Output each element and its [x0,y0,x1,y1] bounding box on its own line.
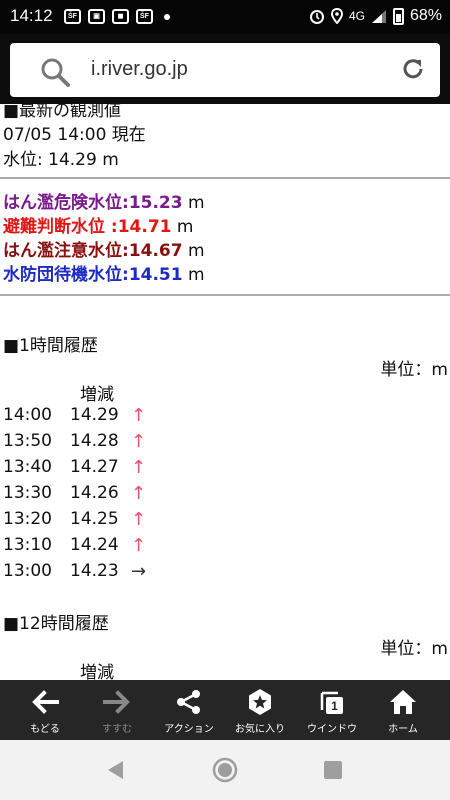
history-1h-unit: 単位：m [380,360,448,380]
back-label: もどる [30,724,60,735]
notification-icon: ŠF [136,9,153,24]
home-icon [390,690,416,714]
row-time: 13:30 [3,483,52,503]
latest-heading: ■最新の観測値 [3,101,122,121]
home-button[interactable]: ホーム [371,680,435,740]
star-badge-icon [249,689,271,715]
arrow-left-icon [32,690,59,714]
app-icon: ◼ [112,9,129,24]
row-time: 13:20 [3,509,52,529]
back-button[interactable]: もどる [13,680,77,740]
trend-up-icon: ↑ [131,405,147,426]
page-content: ■最新の観測値 07/05 14:00 現在 水位: 14.29 m はん濫危険… [0,94,450,680]
history-1h-change-header: 増減 [80,385,114,405]
action-label: アクション [164,724,214,735]
status-time: 14:12 [10,6,53,25]
favorites-button[interactable]: お気に入り [228,680,292,740]
window-button[interactable]: 1 ウインドウ [300,680,364,740]
action-button[interactable]: アクション [157,680,221,740]
status-right: 4G 68% [309,7,442,25]
reload-icon[interactable] [400,56,426,82]
threshold-label: 避難判断水位 : [3,217,118,237]
threshold-unit: m [182,241,205,261]
window-label: ウインドウ [307,724,357,735]
row-value: 14.28 [70,431,119,451]
trend-flat-icon: → [131,561,147,582]
signal-icon [371,9,386,23]
home-circle-icon[interactable] [212,757,238,783]
threshold-value: 15.23 [128,193,183,213]
threshold-unit: m [182,193,205,213]
threshold-flood-danger: はん濫危険水位:15.23 m [3,188,205,213]
url-text[interactable]: i.river.go.jp [91,58,188,81]
battery-percent: 68% [409,7,442,24]
threshold-label: 水防団待機水位: [3,265,129,285]
threshold-value: 14.67 [128,241,183,261]
favorites-label: お気に入り [235,724,285,735]
recents-square-icon[interactable] [323,760,343,780]
row-time: 13:50 [3,431,52,451]
share-icon [177,690,200,714]
row-time: 13:10 [3,535,52,555]
status-bar: 14:12 ŠF ▣ ◼ ŠF 4G 68% [0,0,450,34]
threshold-flood-caution: はん濫注意水位:14.67 m [3,236,205,261]
alarm-icon [309,10,324,24]
row-value: 14.26 [70,483,119,503]
threshold-label: はん濫注意水位: [3,241,129,261]
latest-datetime: 07/05 14:00 現在 [3,125,146,145]
status-left-icons: ŠF ▣ ◼ ŠF [64,9,170,24]
search-icon[interactable] [40,57,70,87]
address-bar[interactable]: i.river.go.jp [10,43,440,97]
trend-up-icon: ↑ [131,535,147,556]
back-triangle-icon[interactable] [105,759,125,781]
battery-icon [392,7,404,25]
trend-up-icon: ↑ [131,509,147,530]
trend-up-icon: ↑ [131,457,147,478]
history-12h-change-header: 増減 [80,663,114,680]
window-count: 1 [331,699,338,713]
row-time: 13:00 [3,561,52,581]
window-count-icon: 1 [320,691,343,714]
row-value: 14.29 [70,405,119,425]
row-value: 14.23 [70,561,119,581]
location-icon [330,8,343,24]
row-time: 13:40 [3,457,52,477]
history-1h-heading: ■1時間履歴 [3,336,98,356]
network-type: 4G [348,9,365,23]
app-icon: ▣ [88,9,105,24]
threshold-standby: 水防団待機水位:14.51 m [3,260,205,285]
home-label: ホーム [388,724,418,735]
threshold-value: 14.71 [117,217,172,237]
threshold-value: 14.51 [128,265,183,285]
divider [0,294,450,296]
history-12h-unit: 単位：m [380,639,448,659]
trend-up-icon: ↑ [131,483,147,504]
threshold-label: はん濫危険水位: [3,193,129,213]
divider [0,177,450,179]
history-12h-heading: ■12時間履歴 [3,614,109,634]
forward-button[interactable]: すすむ [85,680,149,740]
row-value: 14.25 [70,509,119,529]
trend-up-icon: ↑ [131,431,147,452]
arrow-right-icon [103,690,130,714]
row-value: 14.27 [70,457,119,477]
threshold-unit: m [182,265,205,285]
row-time: 14:00 [3,405,52,425]
more-notifications-dot [164,13,170,20]
notification-icon: ŠF [64,9,81,24]
system-navigation-bar [0,740,450,800]
row-value: 14.24 [70,535,119,555]
bottom-toolbar: もどる すすむ アクション お気に入り 1 ウインドウ ホーム [0,680,450,740]
threshold-unit: m [171,217,194,237]
threshold-evacuation: 避難判断水位 :14.71 m [3,212,193,237]
forward-label: すすむ [102,724,132,735]
latest-water-level: 水位: 14.29 m [3,150,119,170]
